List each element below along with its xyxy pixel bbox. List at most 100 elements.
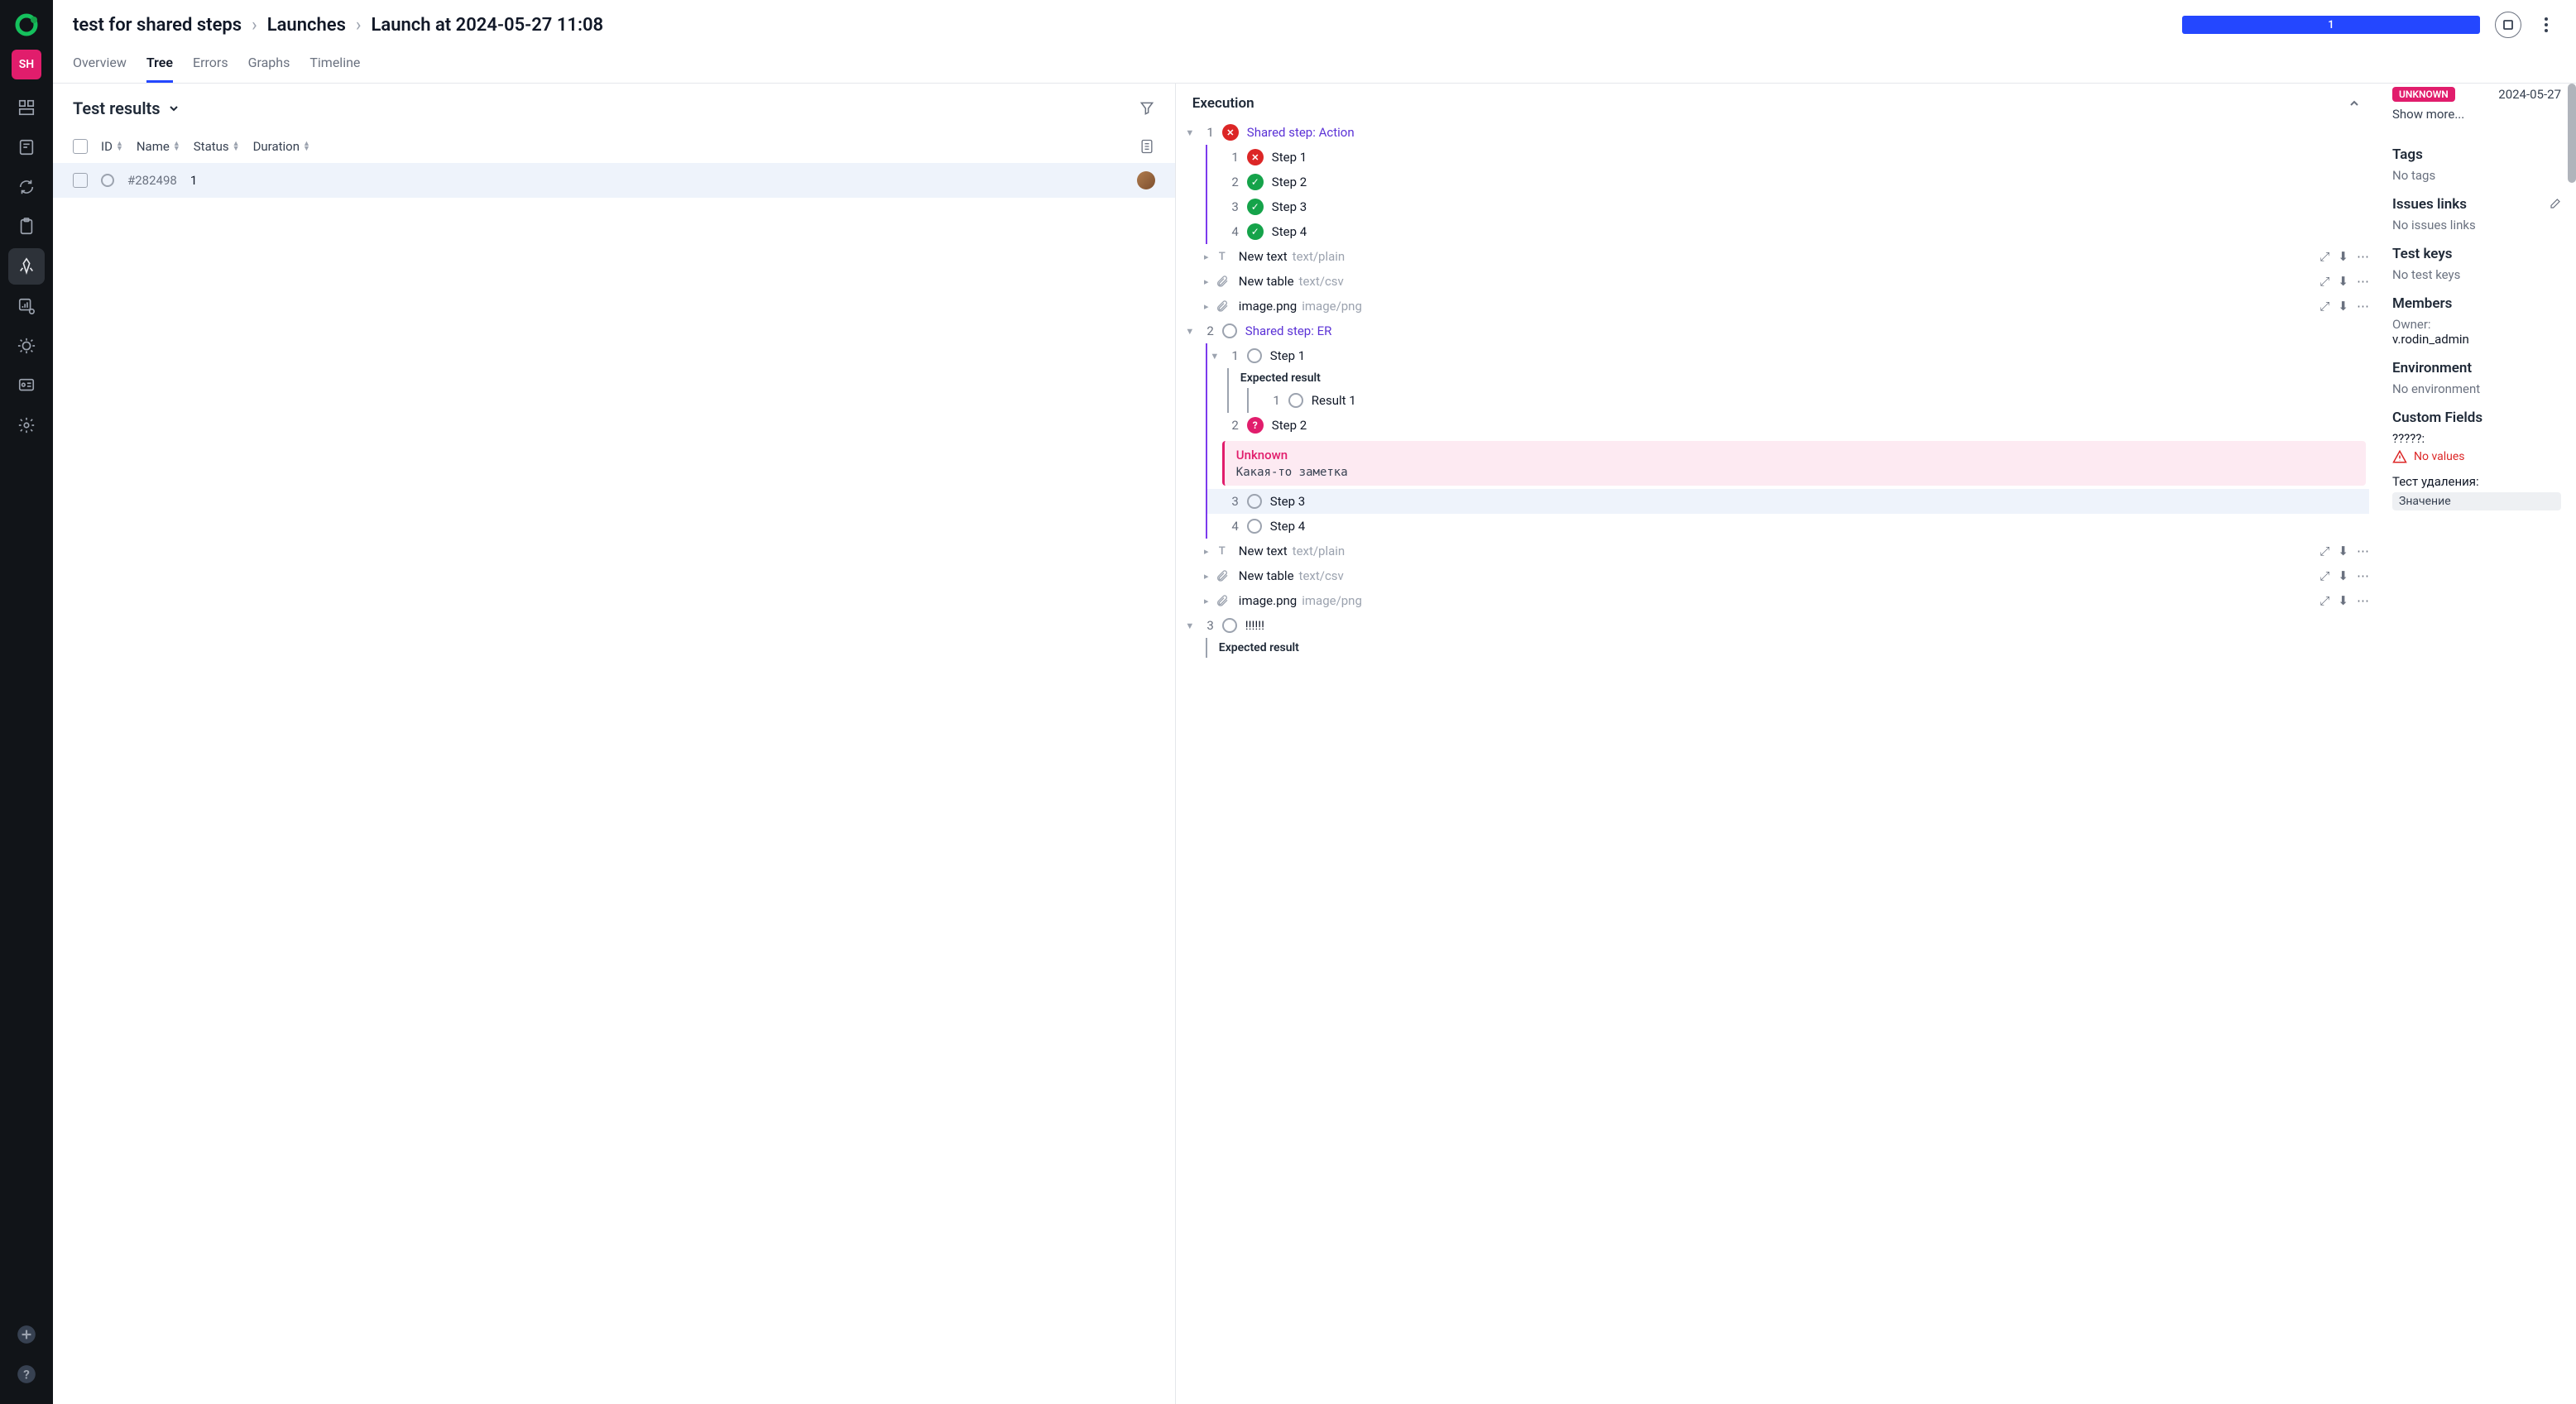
empty-status-icon — [1222, 323, 1237, 338]
download-icon[interactable]: ⬇ — [2338, 593, 2348, 608]
assignee-avatar[interactable] — [1137, 171, 1155, 189]
tree-step[interactable]: ▼ 1 ✕ Shared step: Action — [1182, 120, 2369, 145]
step-label: Shared step: Action — [1247, 125, 1355, 140]
sidebar-launches[interactable] — [8, 248, 45, 285]
tree-step[interactable]: ▼ 2 Shared step: ER — [1182, 319, 2369, 343]
columns-config-button[interactable] — [1139, 138, 1155, 155]
sidebar-plans[interactable] — [8, 208, 45, 245]
expand-icon[interactable]: ⤢ — [2319, 593, 2329, 608]
breadcrumb: test for shared steps › Launches › Launc… — [73, 15, 603, 36]
expand-toggle[interactable]: ▼ — [1207, 351, 1222, 362]
more-icon[interactable]: ⋯ — [2357, 274, 2369, 289]
more-icon[interactable]: ⋯ — [2357, 544, 2369, 558]
tree-attachment[interactable]: ▸image.pngimage/png⤢⬇⋯ — [1182, 294, 2369, 319]
more-menu-button[interactable] — [2536, 12, 2556, 38]
download-icon[interactable]: ⬇ — [2338, 568, 2348, 583]
row-name: 1 — [190, 173, 197, 188]
breadcrumb-current: Launch at 2024-05-27 11:08 — [372, 15, 604, 36]
sidebar-add[interactable] — [8, 1316, 45, 1353]
more-icon[interactable]: ⋯ — [2357, 593, 2369, 608]
edit-icon[interactable] — [2548, 198, 2561, 211]
execution-panel: Execution ▼ 1 ✕ Shared step: Action 1✕St… — [1176, 84, 2377, 1404]
tree-substep[interactable]: 2?Step 2 — [1207, 413, 2369, 438]
breadcrumb-section[interactable]: Launches — [267, 15, 346, 36]
tree-substep[interactable]: 4✓Step 4 — [1207, 219, 2369, 244]
sidebar-defects[interactable] — [8, 328, 45, 364]
column-name[interactable]: Name▲▼ — [137, 139, 180, 154]
tab-timeline[interactable]: Timeline — [309, 48, 360, 83]
progress-bar[interactable]: 1 — [2182, 16, 2480, 34]
expand-toggle[interactable]: ▸ — [1199, 571, 1214, 582]
stop-button[interactable] — [2495, 12, 2521, 38]
collapse-button[interactable] — [2348, 97, 2361, 110]
show-more-link[interactable]: Show more... — [2392, 107, 2561, 122]
expand-toggle[interactable]: ▼ — [1182, 621, 1197, 631]
attachment-icon — [1214, 298, 1230, 314]
expected-result-label: Expected result — [1229, 368, 2369, 388]
tab-tree[interactable]: Tree — [146, 48, 173, 83]
expand-toggle[interactable]: ▸ — [1199, 276, 1214, 287]
tree-substep[interactable]: 4Step 4 — [1207, 514, 2369, 539]
tab-overview[interactable]: Overview — [73, 48, 127, 83]
sidebar-cycles[interactable] — [8, 169, 45, 205]
table-row[interactable]: #282498 1 — [53, 163, 1175, 198]
row-checkbox[interactable] — [73, 173, 88, 188]
expand-icon[interactable]: ⤢ — [2319, 544, 2329, 558]
tab-errors[interactable]: Errors — [193, 48, 228, 83]
expand-icon[interactable]: ⤢ — [2319, 568, 2329, 583]
sidebar-analytics[interactable] — [8, 288, 45, 324]
tree-substep[interactable]: 1✕Step 1 — [1207, 145, 2369, 170]
expand-toggle[interactable]: ▸ — [1199, 546, 1214, 557]
tab-graphs[interactable]: Graphs — [248, 48, 290, 83]
tree-result[interactable]: 1Result 1 — [1249, 388, 2369, 413]
more-icon[interactable]: ⋯ — [2357, 249, 2369, 264]
chevron-right-icon: › — [252, 15, 257, 36]
expand-toggle[interactable]: ▸ — [1199, 252, 1214, 262]
sidebar-testcases[interactable] — [8, 129, 45, 165]
fail-icon: ✕ — [1222, 124, 1239, 141]
sidebar-settings[interactable] — [8, 407, 45, 443]
column-status[interactable]: Status▲▼ — [194, 139, 240, 154]
project-avatar[interactable]: SH — [12, 50, 41, 79]
results-title[interactable]: Test results — [73, 98, 180, 118]
scrollbar[interactable] — [2568, 84, 2576, 183]
sidebar-jobs[interactable] — [8, 367, 45, 404]
filter-button[interactable] — [1139, 100, 1155, 117]
column-duration[interactable]: Duration▲▼ — [253, 139, 310, 154]
tree-attachment[interactable]: ▸image.pngimage/png⤢⬇⋯ — [1182, 588, 2369, 613]
tree-substep[interactable]: 3✓Step 3 — [1207, 194, 2369, 219]
chevron-right-icon: › — [356, 15, 362, 36]
text-icon: T — [1214, 248, 1230, 265]
app-logo[interactable] — [12, 10, 41, 40]
tree-substep[interactable]: ▼1Step 1 — [1207, 343, 2369, 368]
custom-field-chip: Значение — [2392, 492, 2561, 510]
tree-attachment[interactable]: ▸New tabletext/csv⤢⬇⋯ — [1182, 563, 2369, 588]
tree-attachment[interactable]: ▸TNew texttext/plain⤢⬇⋯ — [1182, 244, 2369, 269]
download-icon[interactable]: ⬇ — [2338, 274, 2348, 289]
select-all-checkbox[interactable] — [73, 139, 88, 154]
tree-step[interactable]: ▼ 3 !!!!!! — [1182, 613, 2369, 638]
expand-toggle[interactable]: ▸ — [1199, 596, 1214, 606]
expand-toggle[interactable]: ▼ — [1182, 127, 1197, 138]
expand-toggle[interactable]: ▼ — [1182, 326, 1197, 337]
expand-toggle[interactable]: ▸ — [1199, 301, 1214, 312]
download-icon[interactable]: ⬇ — [2338, 544, 2348, 558]
tree-attachment[interactable]: ▸New tabletext/csv⤢⬇⋯ — [1182, 269, 2369, 294]
download-icon[interactable]: ⬇ — [2338, 299, 2348, 314]
status-badge: UNKNOWN — [2392, 87, 2455, 102]
tree-substep[interactable]: 3Step 3 — [1207, 489, 2369, 514]
expand-icon[interactable]: ⤢ — [2319, 249, 2329, 264]
column-id[interactable]: ID▲▼ — [101, 139, 123, 154]
tree-attachment[interactable]: ▸TNew texttext/plain⤢⬇⋯ — [1182, 539, 2369, 563]
download-icon[interactable]: ⬇ — [2338, 249, 2348, 264]
tree-substep[interactable]: 2✓Step 2 — [1207, 170, 2369, 194]
more-icon[interactable]: ⋯ — [2357, 299, 2369, 314]
sidebar-help[interactable]: ? — [8, 1356, 45, 1392]
sidebar-dashboard[interactable] — [8, 89, 45, 126]
more-icon[interactable]: ⋯ — [2357, 568, 2369, 583]
expand-icon[interactable]: ⤢ — [2319, 299, 2329, 314]
text-icon: T — [1214, 543, 1230, 559]
empty-status-icon — [1247, 494, 1262, 509]
breadcrumb-project[interactable]: test for shared steps — [73, 15, 242, 36]
expand-icon[interactable]: ⤢ — [2319, 274, 2329, 289]
